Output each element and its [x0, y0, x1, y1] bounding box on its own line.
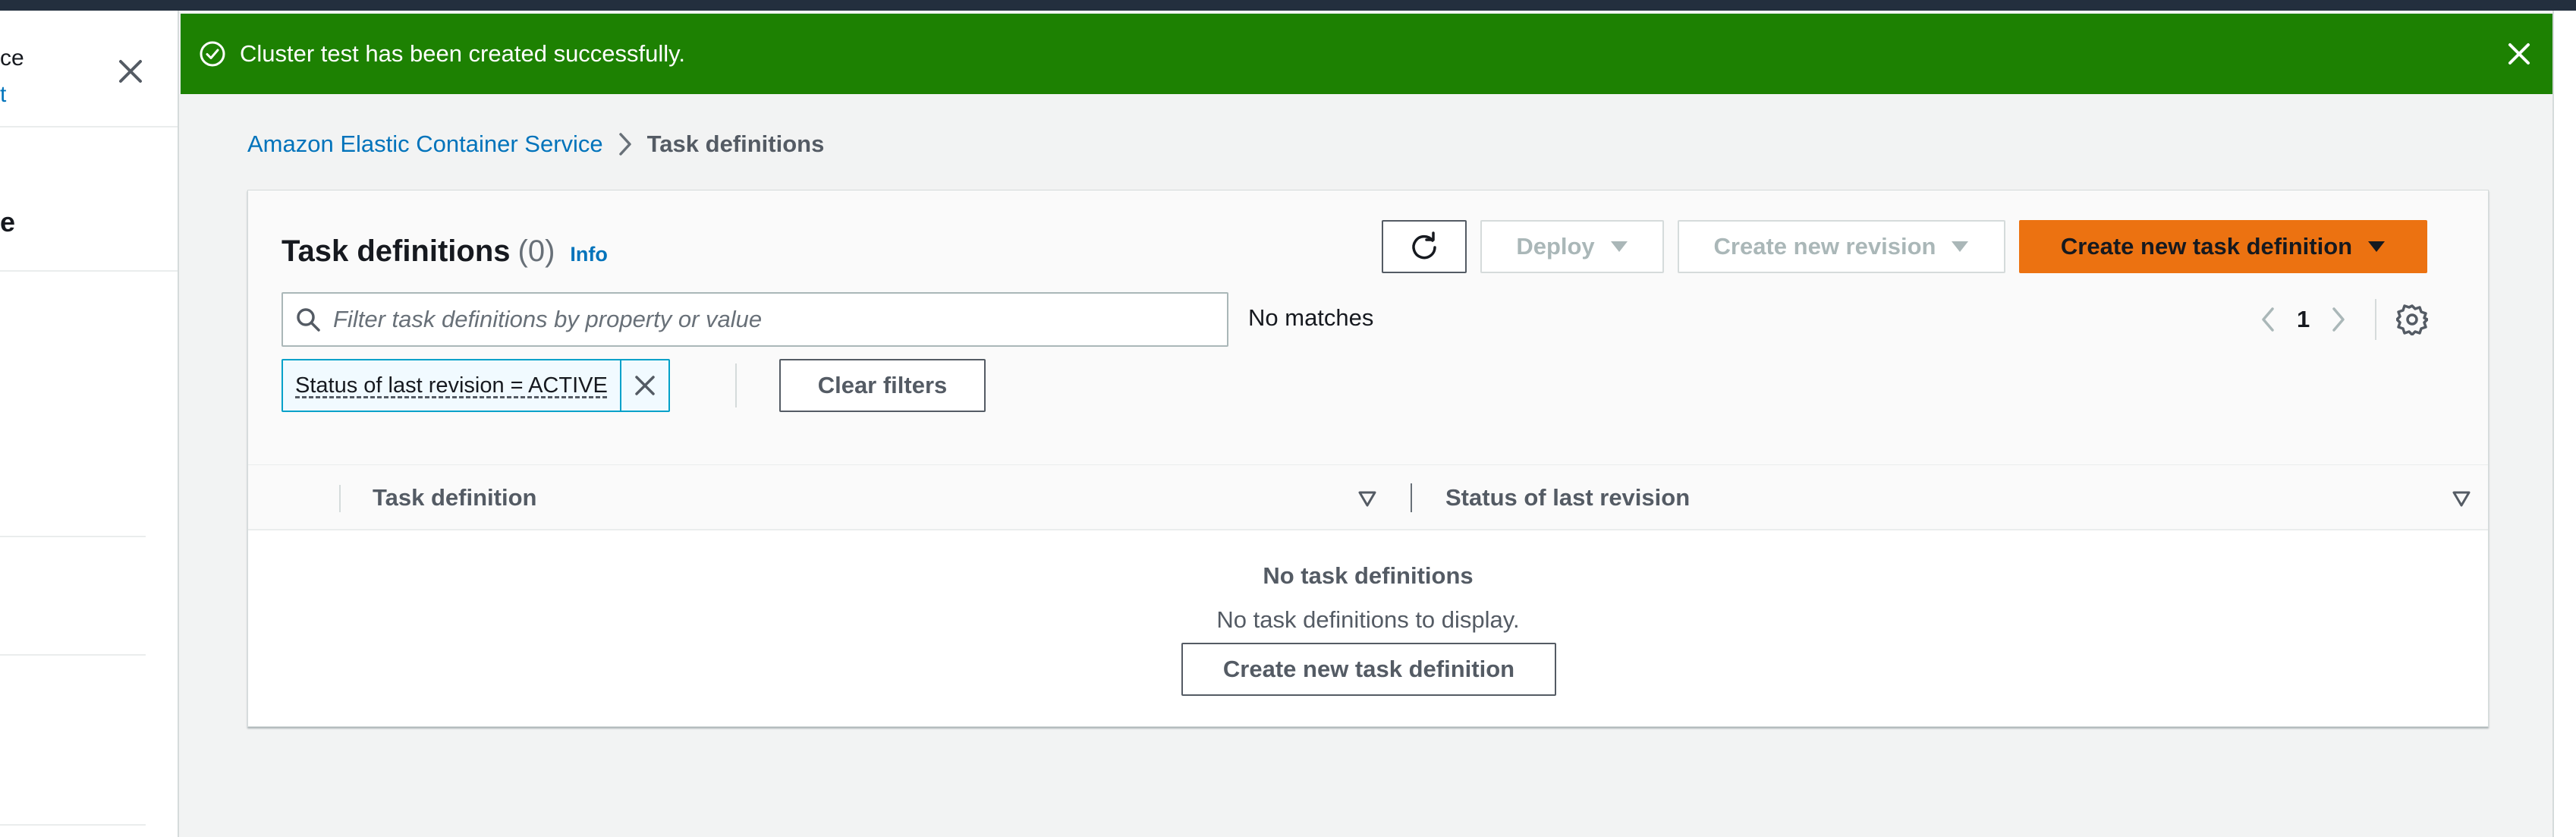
nav-service-title: ce — [0, 46, 24, 71]
page-title: Task definitions (0) Info — [282, 234, 608, 269]
column-resize-handle[interactable] — [1411, 483, 1412, 512]
close-icon — [635, 376, 655, 395]
nav-divider — [0, 536, 146, 537]
pagination: 1 — [2251, 297, 2431, 342]
column-header-status[interactable]: Status of last revision — [1445, 484, 1690, 511]
nav-divider — [0, 824, 146, 826]
empty-state-title: No task definitions — [1263, 562, 1474, 589]
current-page-number[interactable]: 1 — [2297, 306, 2310, 333]
create-task-definition-label: Create new task definition — [2060, 233, 2353, 260]
caret-down-icon — [1610, 241, 1628, 253]
breadcrumb: Amazon Elastic Container Service Task de… — [247, 131, 824, 158]
filter-input[interactable] — [333, 306, 1206, 333]
console-top-bar — [0, 0, 2576, 11]
token-divider — [735, 363, 737, 407]
nav-divider — [0, 126, 178, 127]
sort-caret-icon[interactable] — [2452, 489, 2471, 508]
side-navigation: ce t e — [0, 11, 179, 837]
preferences-button[interactable] — [2393, 301, 2431, 338]
remove-filter-token-button[interactable] — [619, 360, 668, 411]
chevron-right-icon — [617, 131, 634, 157]
deploy-label: Deploy — [1516, 233, 1595, 260]
filter-token-label[interactable]: Status of last revision = ACTIVE — [283, 360, 620, 411]
create-revision-label: Create new revision — [1713, 233, 1936, 260]
deploy-button[interactable]: Deploy — [1480, 220, 1664, 273]
breadcrumb-current: Task definitions — [646, 131, 825, 157]
table-header-zone: Task definitions (0) Info Deploy Create … — [248, 190, 2488, 465]
nav-whats-new-link[interactable]: t — [0, 82, 6, 108]
close-icon — [119, 60, 142, 83]
next-page-button[interactable] — [2322, 303, 2355, 336]
refresh-icon — [1412, 231, 1436, 260]
caret-down-icon — [2367, 241, 2386, 253]
nav-divider — [0, 270, 178, 272]
nav-divider — [0, 654, 146, 656]
sort-caret-icon[interactable] — [1357, 489, 1377, 508]
close-navigation-button[interactable] — [114, 55, 147, 88]
refresh-button[interactable] — [1382, 220, 1467, 273]
dismiss-flash-button[interactable] — [2504, 39, 2534, 69]
previous-page-button[interactable] — [2251, 303, 2285, 336]
breadcrumb-ecs-link[interactable]: Amazon Elastic Container Service — [247, 131, 603, 158]
chevron-left-icon — [2262, 307, 2274, 332]
property-filter[interactable] — [282, 292, 1228, 347]
item-count: (0) — [517, 234, 555, 268]
flash-message: Cluster test has been created successful… — [240, 40, 685, 67]
main-content: Cluster test has been created successful… — [181, 11, 2552, 837]
clear-filters-button[interactable]: Clear filters — [779, 359, 986, 412]
create-new-task-definition-button[interactable]: Create new task definition — [2019, 220, 2427, 273]
gear-icon — [2396, 304, 2429, 335]
filter-token: Status of last revision = ACTIVE — [282, 359, 670, 412]
info-link[interactable]: Info — [570, 243, 607, 266]
empty-create-task-definition-button[interactable]: Create new task definition — [1181, 643, 1556, 696]
success-check-icon — [200, 41, 225, 67]
column-header-task-definition[interactable]: Task definition — [373, 484, 536, 511]
task-definitions-table: Task definitions (0) Info Deploy Create … — [247, 190, 2489, 727]
table-column-headers: Task definition Status of last revision — [248, 465, 2488, 530]
column-divider — [339, 485, 341, 512]
close-icon — [2508, 43, 2530, 65]
filter-result-count: No matches — [1248, 304, 1374, 331]
nav-section-heading: e — [0, 206, 16, 238]
table-title: Task definitions — [282, 234, 511, 268]
create-new-revision-button[interactable]: Create new revision — [1678, 220, 2005, 273]
empty-state-subtitle: No task definitions to display. — [1216, 606, 1520, 633]
caret-down-icon — [1951, 241, 1969, 253]
success-flash-banner: Cluster test has been created successful… — [181, 14, 2552, 94]
chevron-right-icon — [2332, 307, 2345, 332]
search-icon — [297, 308, 320, 332]
right-panel-edge — [2552, 11, 2576, 837]
pagination-divider — [2375, 299, 2377, 340]
